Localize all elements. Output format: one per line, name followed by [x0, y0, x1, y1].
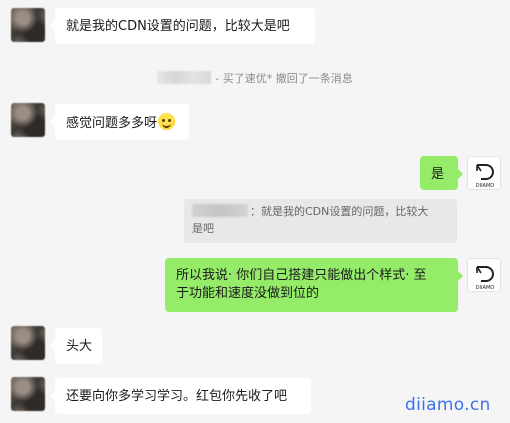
message-text: 感觉问题多多呀	[66, 116, 158, 131]
message-text: 就是我的CDN设置的问题，比较大是吧	[66, 19, 290, 34]
contact-avatar[interactable]	[11, 8, 45, 42]
brand-logo-icon: DIIAMO	[476, 164, 495, 189]
recall-notice-text: - 买了速优* 撤回了一条消息	[215, 72, 353, 85]
self-avatar[interactable]: DIIAMO	[467, 258, 501, 292]
self-avatar[interactable]: DIIAMO	[467, 156, 501, 190]
blurred-username	[157, 71, 212, 84]
watermark: diiamo.cn	[405, 395, 491, 415]
contact-avatar[interactable]	[11, 326, 45, 360]
emoji-icon	[158, 113, 176, 130]
message-text-line-2: 于功能和速度没做到位的	[176, 286, 320, 301]
recall-notice: - 买了速优* 撤回了一条消息	[0, 70, 510, 86]
message-text: 是	[431, 167, 445, 182]
message-bubble-3[interactable]: 是	[420, 156, 463, 190]
message-bubble-5[interactable]: 头大	[50, 328, 102, 364]
message-bubble-6[interactable]: 还要向你多学习学习。红包你先收了吧	[50, 378, 311, 414]
quoted-message[interactable]: ：就是我的CDN设置的问题，比较大 是吧	[184, 199, 457, 243]
message-bubble-4[interactable]: 所以我说· 你们自己搭建只能做出个样式· 至 于功能和速度没做到位的	[165, 258, 463, 312]
quote-line-2: 是吧	[192, 222, 214, 235]
contact-avatar[interactable]	[11, 103, 45, 137]
svg-text:DIIAMO: DIIAMO	[476, 285, 495, 291]
svg-text:DIIAMO: DIIAMO	[476, 183, 495, 189]
message-text: 头大	[66, 339, 93, 354]
quote-text: ：就是我的CDN设置的问题，比较大	[250, 205, 429, 218]
quote-line-1: ：就是我的CDN设置的问题，比较大	[192, 203, 449, 220]
message-text: 还要向你多学习学习。红包你先收了吧	[66, 389, 288, 404]
message-bubble-1[interactable]: 就是我的CDN设置的问题，比较大是吧	[50, 8, 315, 44]
brand-logo-icon: DIIAMO	[476, 266, 495, 291]
message-bubble-2[interactable]: 感觉问题多多呀	[50, 104, 189, 140]
blurred-username	[192, 204, 248, 217]
contact-avatar[interactable]	[11, 377, 45, 411]
message-text-line-1: 所以我说· 你们自己搭建只能做出个样式· 至	[176, 268, 427, 283]
